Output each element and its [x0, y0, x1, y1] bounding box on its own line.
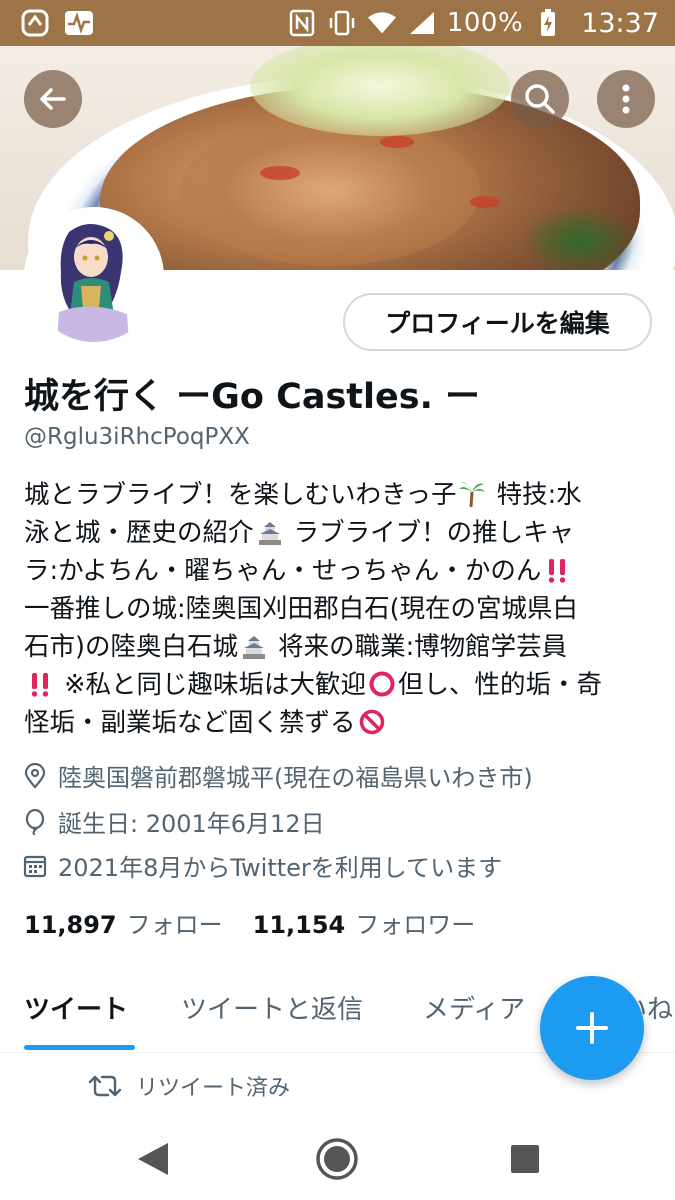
location-text: 陸奥国磐前郡磐城平(現在の福島県いわき市) [58, 764, 533, 792]
nav-back-button[interactable] [127, 1134, 177, 1184]
follow-stats: 11,897 フォロー 11,154 フォロワー [24, 905, 495, 940]
profile-bio: 城とラブライブ！を楽しむいわきっ子 特技:水 泳と城・歴史の紹介 ラブライブ！の… [24, 476, 654, 742]
tab-media[interactable]: メディア [423, 989, 525, 1026]
compose-tweet-button[interactable] [540, 976, 644, 1080]
edit-profile-button[interactable]: プロフィールを編集 [343, 293, 652, 351]
banner-greens [520, 206, 640, 270]
bio-line: 泳と城・歴史の紹介 ラブライブ！の推しキャ [24, 514, 654, 552]
bio-text: 将来の職業:博物館学芸員 [278, 632, 568, 662]
bio-text: 泳と城・歴史の紹介 [24, 518, 254, 548]
battery-charging-icon [533, 8, 563, 38]
more-vertical-icon [622, 84, 630, 114]
banner-spice [470, 196, 500, 208]
bio-text: 但し、性的垢・奇 [397, 670, 602, 700]
plus-icon [576, 1012, 608, 1044]
triangle-back-icon [138, 1143, 168, 1175]
balloon-icon [22, 808, 48, 835]
location-row: 陸奥国磐前郡磐城平(現在の福島県いわき市) [22, 758, 533, 793]
castle-icon [242, 636, 265, 659]
prohibited-icon [359, 709, 384, 735]
bio-line: 城とラブライブ！を楽しむいわきっ子 特技:水 [24, 476, 654, 514]
bio-line: ラ:かよちん・曜ちゃん・せっちゃん・かのん [24, 552, 654, 590]
circle-home-icon [316, 1138, 358, 1180]
nav-home-button[interactable] [312, 1134, 362, 1184]
bio-text: ラブライブ！の推しキャ [293, 518, 575, 548]
red-circle-icon [369, 671, 395, 697]
calendar-icon [22, 853, 48, 879]
bio-text: 城とラブライブ！を楽しむいわきっ子 [24, 480, 457, 510]
more-options-button[interactable] [597, 70, 655, 128]
clock: 13:37 [581, 7, 659, 39]
app-notification-icon [20, 8, 50, 38]
bio-text: 一番推しの城:陸奥国刈田郡白石(現在の宮城県白 [24, 594, 579, 624]
banner-meat-highlight [180, 116, 480, 266]
bio-line: 一番推しの城:陸奥国刈田郡白石(現在の宮城県白 [24, 590, 654, 628]
arrow-left-icon [40, 88, 66, 110]
status-bar: 100% 13:37 [0, 0, 675, 46]
followers-label[interactable]: フォロワー [355, 905, 475, 940]
birthday-row: 誕生日: 2001年6月12日 [22, 804, 325, 839]
retweet-icon [88, 1075, 122, 1097]
nav-recents-button[interactable] [500, 1134, 550, 1184]
square-recents-icon [511, 1145, 539, 1173]
birthday-text: 誕生日: 2001年6月12日 [58, 810, 325, 838]
retweet-label: リツイート済み [136, 1076, 291, 1101]
bio-text: ラ:かよちん・曜ちゃん・せっちゃん・かのん [24, 556, 542, 586]
search-icon [525, 84, 555, 114]
nfc-icon [287, 8, 317, 38]
joined-row: 2021年8月からTwitterを利用しています [22, 848, 502, 883]
bio-text: 石市)の陸奥白石城 [24, 632, 238, 662]
banner-spice [260, 166, 300, 180]
banner-spice [380, 136, 414, 148]
following-label[interactable]: フォロー [127, 905, 223, 940]
bio-text: 怪垢・副業垢など固く禁ずる [24, 708, 356, 738]
tab-tweets[interactable]: ツイート [24, 989, 128, 1026]
following-count[interactable]: 11,897 [24, 911, 117, 939]
bio-text: ※私と同じ趣味垢は大歓迎 [64, 670, 366, 700]
back-button[interactable] [24, 70, 82, 128]
bio-line: 石市)の陸奥白石城 将来の職業:博物館学芸員 [24, 628, 654, 666]
avatar-illustration [29, 212, 159, 342]
location-pin-icon [22, 762, 48, 789]
tab-tweets-and-replies[interactable]: ツイートと返信 [181, 989, 363, 1026]
double-exclamation-icon [31, 673, 49, 697]
bio-line: ※私と同じ趣味垢は大歓迎 但し、性的垢・奇 [24, 666, 654, 704]
retweet-indicator: リツイート済み [88, 1070, 290, 1102]
system-navigation-bar [0, 1118, 675, 1200]
search-button[interactable] [511, 70, 569, 128]
active-tab-indicator [24, 1045, 135, 1050]
display-name: 城を行く ーGo Castles. ー [24, 377, 481, 417]
bio-text: 特技:水 [496, 480, 582, 510]
joined-text: 2021年8月からTwitterを利用しています [58, 854, 503, 882]
palm-tree-icon [459, 482, 486, 508]
wifi-icon [367, 8, 397, 38]
signal-icon [407, 8, 437, 38]
user-handle: @Rglu3iRhcPoqPXX [24, 424, 250, 450]
double-exclamation-icon [549, 559, 566, 583]
bio-line: 怪垢・副業垢など固く禁ずる [24, 704, 654, 742]
battery-percent: 100% [446, 8, 524, 38]
followers-count[interactable]: 11,154 [253, 911, 346, 939]
castle-icon [258, 522, 281, 545]
profile-avatar[interactable] [24, 207, 164, 347]
activity-monitor-icon [64, 8, 94, 38]
vibrate-icon [327, 8, 357, 38]
